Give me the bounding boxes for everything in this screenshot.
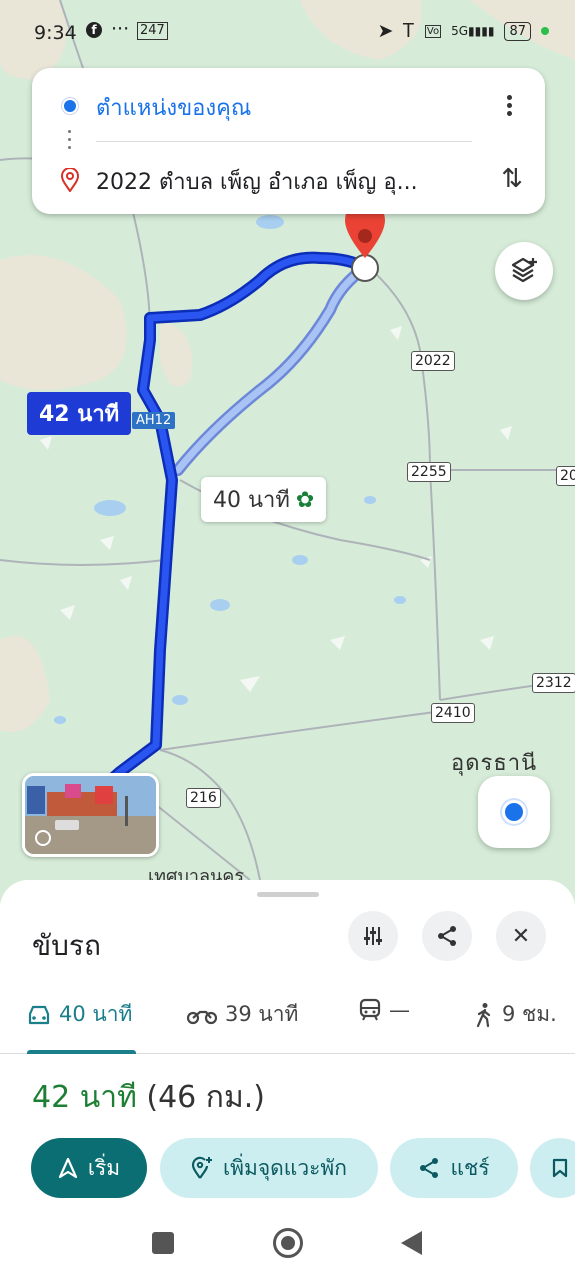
start-button[interactable]: เริ่ม [31,1138,147,1198]
road-shield: 2022 [411,351,455,371]
road-shield: 216 [186,788,221,808]
share-route-button[interactable]: แชร์ [390,1138,518,1198]
facebook-icon: f [86,22,102,38]
road-shield: 2410 [431,703,475,723]
city-label: อุดรธานี [451,751,538,776]
destination-field[interactable]: 2022 ตำบล เพ็ญ อำเภอ เพ็ญ อุ... [96,164,466,199]
battery-icon: 87 [504,21,531,41]
tune-icon [364,927,382,945]
route-connector [68,130,72,156]
layers-button[interactable] [495,242,553,300]
active-indicator-dot [541,27,549,35]
highway-label: AH12 [132,412,176,429]
route-search-card: ตำแหน่งของคุณ 2022 ตำบล เพ็ญ อำเภอ เพ็ญ … [32,68,545,214]
active-tab-indicator [27,1050,136,1054]
walk-icon [476,1002,491,1027]
eco-leaf-icon: ✿ [295,488,315,513]
system-nav-bar [0,1208,575,1280]
drag-handle[interactable] [257,892,319,897]
more-icon: ··· [111,18,130,40]
bookmark-icon [552,1158,568,1178]
route-duration: 42 นาที [32,1080,137,1115]
more-vert-icon[interactable] [499,92,519,120]
share-icon [420,1158,439,1178]
mode-tab-car[interactable]: 40 นาที [27,998,132,1031]
home-button[interactable] [273,1228,303,1258]
battery-level: 87 [509,23,526,39]
start-label: เริ่ม [87,1155,121,1180]
route-time-label-alt[interactable]: 40 นาที ✿ [201,477,327,522]
bluetooth-icon: Ꭲ [403,20,415,42]
mode-label: 9 ชม. [502,1002,557,1026]
action-chips: เริ่ม เพิ่มจุดแวะพัก แชร์ [31,1138,575,1198]
mode-tab-walk[interactable]: 9 ชม. [474,998,557,1031]
mode-label: 40 นาที [59,1002,133,1026]
divider [96,141,472,142]
origin-dot-icon [62,98,78,114]
road-shield: 2255 [407,462,451,482]
close-button[interactable]: ✕ [496,911,546,961]
navigation-arrow-icon [58,1157,77,1179]
destination-pin-icon [60,167,80,196]
origin-field[interactable]: ตำแหน่งของคุณ [96,90,251,125]
road-shield: 20 [556,466,575,486]
recents-button[interactable] [152,1232,174,1254]
train-icon [359,998,381,1021]
street-view-thumbnail[interactable] [22,773,159,857]
mode-label: 39 นาที [225,1002,299,1026]
mode-label: — [389,998,410,1022]
status-time: 9:34 [34,22,77,44]
road-shield: 2312 [532,673,575,693]
notification-badge: 247 [137,22,168,40]
route-distance: (46 กม.) [146,1080,265,1115]
street-view-image [25,776,156,854]
system-icons: ➤ Ꭲ Vo 5G▮▮▮▮ 87 [377,20,549,42]
location-arrow-icon: ➤ [377,20,394,42]
mode-tab-motorcycle[interactable]: 39 นาที [187,998,298,1031]
route-summary: 42 นาที (46 กม.) [32,1074,265,1121]
share-icon [438,926,456,946]
share-button[interactable] [422,911,472,961]
options-button[interactable] [348,911,398,961]
car-icon [28,1005,50,1024]
mode-tab-transit[interactable]: — [359,998,410,1022]
alt-route-time: 40 นาที [213,488,290,513]
add-stop-button[interactable]: เพิ่มจุดแวะพัก [160,1138,378,1198]
my-location-button[interactable] [478,776,550,848]
travel-mode-title: ขับรถ [32,929,101,962]
status-bar: 9:34 f ··· 247 ➤ Ꭲ Vo 5G▮▮▮▮ 87 [0,16,575,52]
add-location-icon [191,1156,212,1179]
save-route-button[interactable] [530,1138,575,1198]
close-icon: ✕ [511,923,531,949]
volte-icon: Vo [424,24,442,38]
my-location-icon [505,803,523,821]
travel-modes-tabs: 40 นาที 39 นาที — 9 ชม. [0,992,575,1054]
signal-5g-icon: 5G▮▮▮▮ [451,24,495,38]
share-label: แชร์ [450,1155,490,1180]
swap-vert-icon[interactable]: ⇅ [501,164,523,194]
motorcycle-icon [187,1010,217,1024]
route-time-label-main[interactable]: 42 นาที [27,392,132,435]
layers-add-icon [511,257,537,283]
back-button[interactable] [401,1231,422,1255]
add-stop-label: เพิ่มจุดแวะพัก [223,1155,347,1180]
